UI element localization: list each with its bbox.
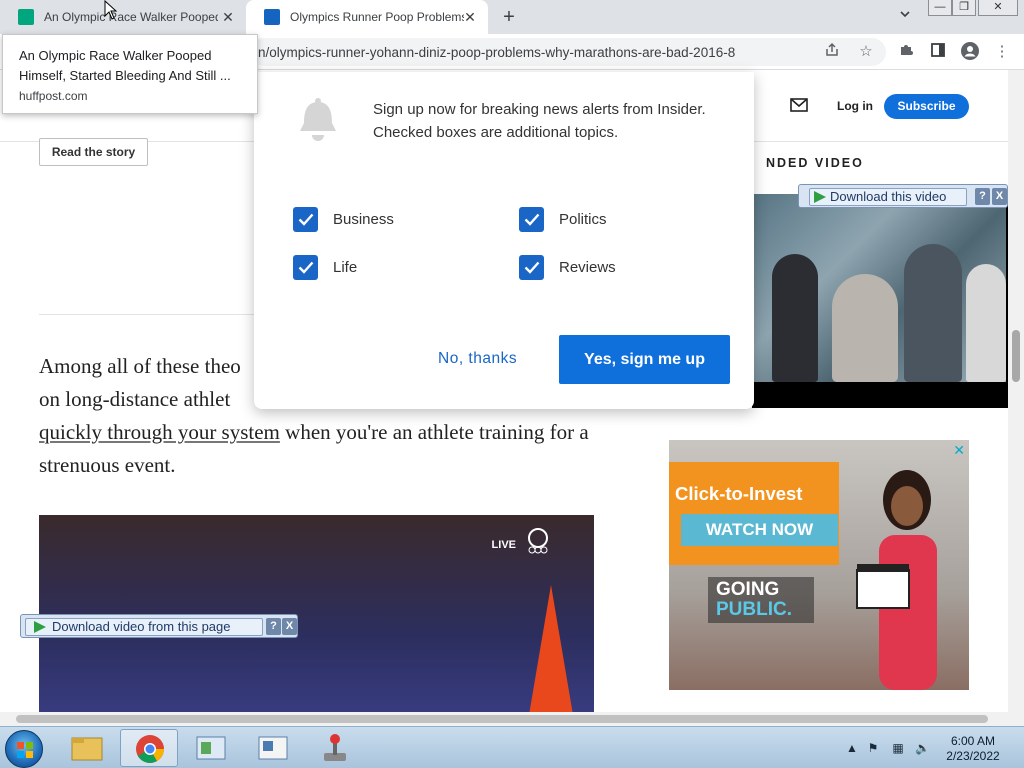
window-close-button[interactable]: ✕ — [978, 0, 1018, 16]
window-minimize-button[interactable]: — — [928, 0, 952, 16]
hover-card-title: An Olympic Race Walker Pooped Himself, S… — [19, 48, 231, 83]
traffic-cone — [529, 585, 573, 712]
bell-icon — [298, 97, 338, 148]
download-from-page-button[interactable]: Download video from this page — [25, 618, 263, 636]
play-icon — [814, 191, 826, 203]
chrome-taskbar-icon[interactable] — [120, 729, 178, 767]
download-label: Download this video — [830, 189, 947, 204]
close-bar-button[interactable]: X — [282, 618, 297, 635]
ad-banner: Click-to-Invest WATCH NOW — [669, 462, 839, 565]
checkbox-label: Life — [333, 259, 358, 276]
joystick-taskbar-icon[interactable] — [306, 729, 364, 767]
tab-title: Olympics Runner Poop Problems — [290, 10, 464, 24]
start-button[interactable] — [5, 730, 43, 768]
action-center-flag-icon[interactable]: ⚑ — [866, 741, 880, 755]
extensions-puzzle-icon[interactable] — [896, 42, 916, 62]
no-thanks-button[interactable]: No, thanks — [438, 350, 517, 368]
control-panel-taskbar-icon[interactable] — [182, 729, 240, 767]
news-alert-modal: Sign up now for breaking news alerts fro… — [254, 72, 754, 409]
window-maximize-button[interactable]: ❐ — [952, 0, 976, 16]
read-story-button[interactable]: Read the story — [39, 138, 148, 166]
tab-insider[interactable]: Olympics Runner Poop Problems ✕ — [246, 0, 488, 34]
hover-card-domain: huffpost.com — [19, 89, 88, 103]
recommended-video-player[interactable] — [752, 194, 1008, 408]
system-clock[interactable]: 6:00 AM 2/23/2022 — [938, 734, 1008, 764]
checkmark-icon[interactable] — [519, 255, 544, 280]
checkmark-icon[interactable] — [293, 255, 318, 280]
recommended-video-heading: NDED VIDEO — [766, 156, 864, 170]
checkbox-reviews[interactable]: Reviews — [519, 255, 616, 280]
checkbox-label: Politics — [559, 211, 607, 228]
nbc-peacock-icon — [526, 528, 550, 561]
tab-hover-card: An Olympic Race Walker Pooped Himself, S… — [2, 34, 258, 114]
clock-time: 6:00 AM — [950, 734, 996, 748]
document-taskbar-icon[interactable] — [244, 729, 302, 767]
tray-expand-icon[interactable]: ▲ — [845, 741, 859, 755]
checkbox-label: Reviews — [559, 259, 616, 276]
tab-strip: An Olympic Race Walker Pooped Himself ✕ … — [0, 0, 1024, 34]
article-text: on long-distance athlet — [39, 387, 231, 411]
checkbox-life[interactable]: Life — [293, 255, 357, 280]
ad-brand-line: PUBLIC. — [716, 599, 792, 620]
insider-favicon-icon — [264, 9, 280, 25]
huffpost-favicon-icon — [18, 9, 34, 25]
volume-icon[interactable]: 🔈 — [915, 741, 930, 755]
tab-title: An Olympic Race Walker Pooped Himself — [44, 10, 218, 24]
tab-close-icon[interactable]: ✕ — [462, 9, 478, 25]
ad-presenter-image — [849, 460, 959, 690]
live-badge: LIVE — [491, 539, 516, 551]
menu-kebab-icon[interactable]: ⋮ — [992, 42, 1012, 62]
login-link[interactable]: Log in — [837, 99, 873, 113]
ad-brand-line: GOING — [716, 579, 780, 600]
download-video-overlay: Download this video ? X — [798, 184, 1008, 208]
advertisement[interactable]: ✕ Click-to-Invest WATCH NOW GOING PUBLIC… — [669, 440, 969, 690]
article-link[interactable]: quickly through your system — [39, 420, 280, 444]
scrollbar-thumb[interactable] — [16, 715, 988, 723]
checkbox-business[interactable]: Business — [293, 207, 394, 232]
subscribe-button[interactable]: Subscribe — [884, 94, 969, 119]
ad-watch-now-button[interactable]: WATCH NOW — [681, 514, 838, 546]
close-overlay-button[interactable]: X — [992, 188, 1007, 205]
url-text[interactable]: n/olympics-runner-yohann-diniz-poop-prob… — [258, 45, 735, 60]
ad-brand-logo: GOING PUBLIC. — [708, 577, 814, 623]
download-video-bar: Download video from this page ? X — [20, 614, 298, 638]
horizontal-scrollbar[interactable] — [0, 712, 1024, 726]
download-this-video-button[interactable]: Download this video — [809, 188, 967, 206]
tab-search-chevron-icon[interactable] — [896, 8, 914, 26]
mouse-cursor-icon — [104, 0, 118, 25]
download-label: Download video from this page — [52, 619, 231, 634]
ad-headline: Click-to-Invest — [675, 483, 803, 504]
explorer-taskbar-icon[interactable] — [58, 729, 116, 767]
checkbox-label: Business — [333, 211, 394, 228]
play-icon — [34, 621, 46, 633]
share-icon[interactable] — [822, 42, 842, 62]
checkmark-icon[interactable] — [519, 207, 544, 232]
vertical-scrollbar[interactable] — [1008, 70, 1024, 712]
windows-taskbar: ▲ ⚑ ▦ 🔈 6:00 AM 2/23/2022 — [0, 726, 1024, 768]
checkbox-politics[interactable]: Politics — [519, 207, 607, 232]
help-button[interactable]: ? — [266, 618, 281, 635]
ad-close-icon[interactable]: ✕ — [953, 442, 965, 459]
mail-icon[interactable] — [790, 98, 808, 117]
network-icon[interactable]: ▦ — [891, 741, 905, 755]
checkmark-icon[interactable] — [293, 207, 318, 232]
clock-date: 2/23/2022 — [946, 749, 1000, 763]
address-bar[interactable]: n/olympics-runner-yohann-diniz-poop-prob… — [250, 38, 886, 66]
tab-close-icon[interactable]: ✕ — [220, 9, 236, 25]
help-button[interactable]: ? — [975, 188, 990, 205]
video-frame — [754, 194, 1006, 382]
scrollbar-thumb[interactable] — [1012, 330, 1020, 382]
bookmark-star-icon[interactable]: ☆ — [856, 42, 876, 62]
new-tab-plus-icon[interactable]: + — [498, 6, 520, 28]
article-text: Among all of these theo — [39, 354, 241, 378]
yes-sign-me-up-button[interactable]: Yes, sign me up — [559, 335, 730, 384]
side-panel-icon[interactable] — [928, 42, 948, 62]
profile-avatar-icon[interactable] — [960, 42, 980, 62]
modal-message: Sign up now for breaking news alerts fro… — [373, 101, 706, 141]
tab-huffpost[interactable]: An Olympic Race Walker Pooped Himself ✕ — [0, 0, 246, 34]
